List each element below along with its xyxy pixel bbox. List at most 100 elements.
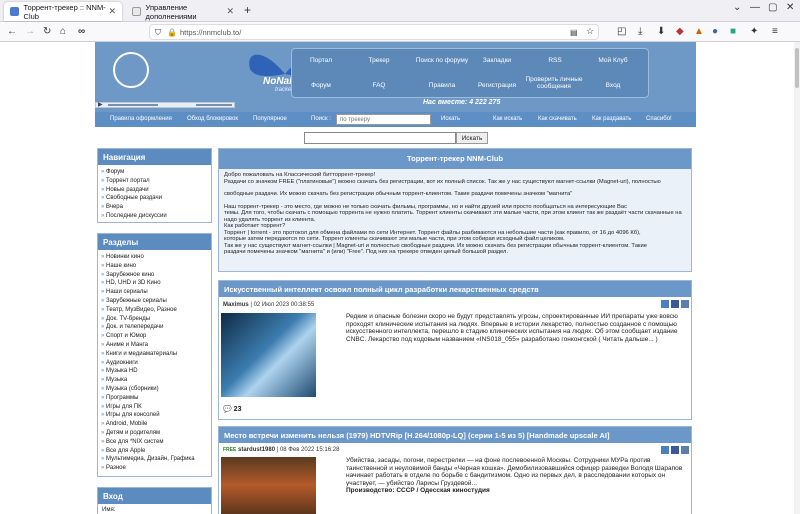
menu-tracker[interactable]: Трекер [354,57,404,64]
section-item[interactable]: Android, Mobile [101,420,208,429]
news-title[interactable]: Искусственный интеллект освоил полный ци… [219,281,691,297]
link-bypass-blocks[interactable]: Обход блокировок [187,116,238,122]
audio-player[interactable]: ▶ [95,102,235,108]
tab-nnm-club[interactable]: Торрент-трекер :: NNM-Club ✕ [4,2,122,21]
section-item[interactable]: Театр, МузВидео, Разное [101,306,208,315]
link-how-to-seed[interactable]: Как раздавать [592,116,631,122]
section-item[interactable]: Аниме и Манга [101,341,208,350]
scrollbar-thumb[interactable] [795,48,799,88]
section-item[interactable]: Все для *NIX систем [101,438,208,447]
home-icon[interactable]: ⌂ [60,25,66,38]
save-icon[interactable]: ⬇ [657,25,665,38]
link-how-to-download[interactable]: Как скачивать [538,116,577,122]
section-item[interactable]: Док. TV-бренды [101,315,208,324]
lock-icon[interactable]: 🔒 [167,26,177,39]
flag-icon[interactable]: ▤ [570,26,578,39]
menu-forum[interactable]: Форум [296,82,346,89]
section-item[interactable]: HD, UHD и 3D Кино [101,279,208,288]
url-bar[interactable]: ⛉ 🔒 https://nnmclub.to/ ▤ ☆ [149,24,599,40]
tab-addons[interactable]: Управление дополнениями ✕ [126,2,240,21]
close-window-icon[interactable]: ✕ [786,2,794,13]
menu-register[interactable]: Регистрация [472,82,522,89]
list-tabs-icon[interactable]: ⌄ [733,2,741,13]
extension-icon[interactable]: ● [712,25,718,38]
pocket-icon[interactable]: ◰ [617,25,626,38]
link-popular[interactable]: Популярное [253,116,287,122]
new-tab-icon[interactable]: + [244,3,251,17]
tracker-search-input[interactable] [336,114,431,125]
bookmark-star-icon[interactable]: ☆ [586,25,594,38]
news-author[interactable]: stardust1980 [238,447,275,453]
menu-icon[interactable]: ≡ [772,25,778,38]
extension-icon[interactable]: ■ [730,25,736,38]
volume-track[interactable] [196,104,232,106]
menu-check-messages[interactable]: Проверить личные сообщения [522,76,586,90]
menu-rss[interactable]: RSS [530,57,580,64]
section-item[interactable]: Игры для ПК [101,403,208,412]
extensions-puzzle-icon[interactable]: ✦ [750,25,758,38]
page-scrollbar[interactable] [794,42,800,514]
forward-icon[interactable]: → [25,25,35,38]
section-item[interactable]: Док. и телепередачи [101,323,208,332]
extension-icon[interactable]: ◆ [676,25,684,38]
menu-bookmarks[interactable]: Закладки [472,57,522,64]
facebook-icon[interactable] [671,300,679,308]
section-item[interactable]: Разное [101,464,208,473]
sidebar-item[interactable]: Торрент портал [101,177,208,186]
progress-track[interactable] [108,104,158,106]
downloads-icon[interactable]: ⤓ [638,25,642,38]
sidebar-item[interactable]: Форум [101,168,208,177]
url-text[interactable]: https://nnmclub.to/ [180,28,241,37]
play-icon[interactable]: ▶ [98,101,103,108]
global-search-button[interactable]: Искать [456,132,488,144]
menu-faq[interactable]: FAQ [354,82,404,89]
sidebar-item[interactable]: Вчера [101,203,208,212]
menu-portal[interactable]: Портал [296,57,346,64]
section-item[interactable]: Новинки кино [101,253,208,262]
maximize-icon[interactable]: ▢ [768,2,777,13]
section-item[interactable]: Музыка [101,376,208,385]
section-item[interactable]: Зарубежные сериалы [101,297,208,306]
section-item[interactable]: Музыка (сборники) [101,385,208,394]
news-title[interactable]: Место встречи изменить нельзя (1979) HDT… [219,427,691,443]
shield-icon[interactable]: ⛉ [155,26,161,39]
section-item[interactable]: Все для Apple [101,447,208,456]
section-item[interactable]: Спорт и Юмор [101,332,208,341]
menu-rules[interactable]: Правила [412,82,472,89]
close-tab-icon[interactable]: ✕ [108,6,116,17]
menu-my-club[interactable]: Мой Клуб [588,57,638,64]
news-author[interactable]: Maximus [223,302,249,308]
news-thumbnail[interactable] [221,313,316,397]
section-item[interactable]: Зарубежное кино [101,271,208,280]
mask-icon[interactable]: ∞ [78,25,85,38]
comments-count[interactable]: 💬 23 [223,405,241,413]
section-item[interactable]: Наши сериалы [101,288,208,297]
section-item[interactable]: Программы [101,394,208,403]
link-thanks[interactable]: Спасибо! [646,116,672,122]
reload-icon[interactable]: ↻ [43,25,51,38]
menu-login[interactable]: Вход [588,82,638,89]
tracker-search-button[interactable]: Искать [441,116,460,122]
movie-poster[interactable] [221,457,316,514]
section-item[interactable]: Музыка HD [101,367,208,376]
minimize-icon[interactable]: — [750,2,760,13]
global-search-input[interactable] [304,132,456,144]
twitter-icon[interactable] [661,300,669,308]
sidebar-item[interactable]: Последние дискуссии [101,212,208,221]
vk-icon[interactable] [681,300,689,308]
link-rules-design[interactable]: Правила оформления [110,116,172,122]
section-item[interactable]: Детям и родителям [101,429,208,438]
section-item[interactable]: Мультимедиа, Дизайн, Графика [101,455,208,464]
extension-icon[interactable]: ▲ [694,25,704,38]
close-tab-icon[interactable]: ✕ [226,6,234,17]
section-item[interactable]: Аудиокниги [101,359,208,368]
vk-icon[interactable] [681,446,689,454]
facebook-icon[interactable] [671,446,679,454]
section-item[interactable]: Игры для консолей [101,411,208,420]
menu-forum-search[interactable]: Поиск по форуму [412,57,472,64]
sidebar-item[interactable]: Новые раздачи [101,186,208,195]
sidebar-item[interactable]: Свободные раздачи [101,194,208,203]
back-icon[interactable]: ← [7,25,17,38]
section-item[interactable]: Наше кино [101,262,208,271]
link-how-to-search[interactable]: Как искать [493,116,522,122]
